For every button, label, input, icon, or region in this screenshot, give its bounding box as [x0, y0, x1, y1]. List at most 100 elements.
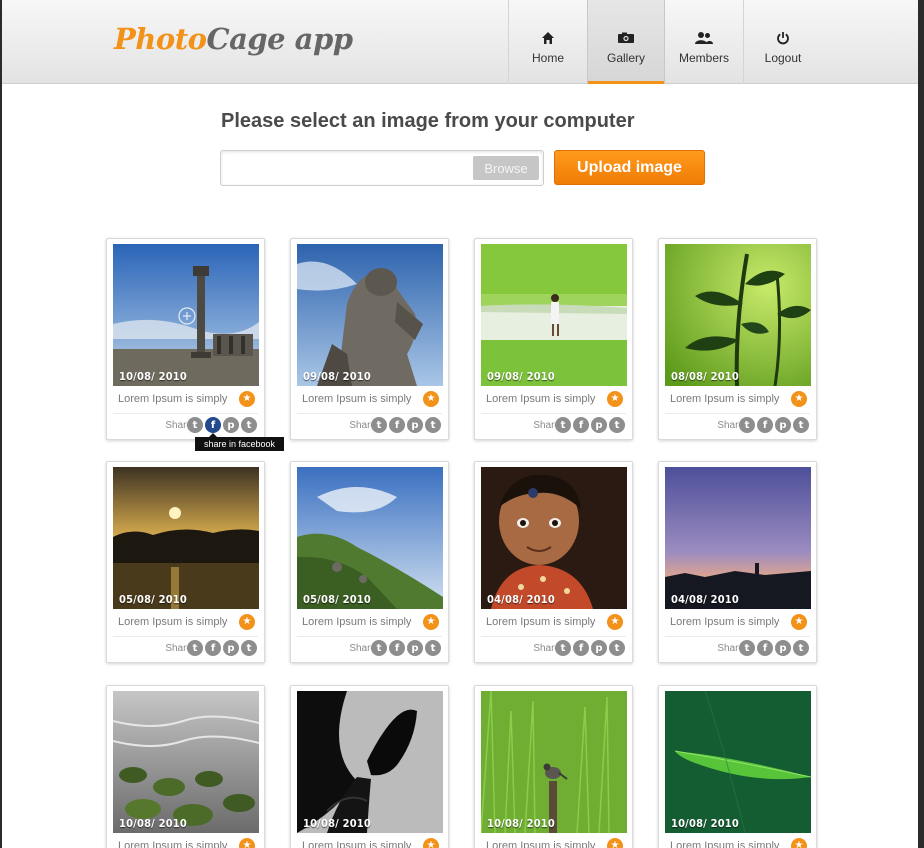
pinterest-icon[interactable]: p [407, 640, 423, 656]
gallery-card[interactable]: 04/08/ 2010 Lorem Ipsum is simply ★ Shar… [658, 461, 817, 663]
favorite-star-icon[interactable]: ★ [239, 838, 255, 848]
power-icon [776, 30, 790, 46]
pinterest-icon[interactable]: p [407, 417, 423, 433]
gallery-photo[interactable]: 09/08/ 2010 [481, 244, 627, 386]
gallery-card[interactable]: 04/08/ 2010 Lorem Ipsum is simply ★ Shar… [474, 461, 633, 663]
pinterest-icon[interactable]: p [223, 417, 239, 433]
page: PhotoCage app Home Gallery Members Logou… [2, 0, 918, 848]
file-path-field[interactable]: Browse [220, 150, 544, 186]
header: PhotoCage app Home Gallery Members Logou… [2, 0, 918, 84]
tumblr-icon[interactable]: t [425, 417, 441, 433]
card-divider [481, 413, 626, 414]
gallery-photo[interactable]: 05/08/ 2010 [113, 467, 259, 609]
favorite-star-icon[interactable]: ★ [423, 391, 439, 407]
twitter-icon[interactable]: t [187, 640, 203, 656]
nav-gallery[interactable]: Gallery [587, 0, 665, 84]
photo-date: 04/08/ 2010 [671, 593, 739, 606]
nav-home[interactable]: Home [509, 0, 587, 84]
gallery-photo[interactable]: 10/08/ 2010 [297, 691, 443, 833]
facebook-icon[interactable]: f [573, 417, 589, 433]
favorite-star-icon[interactable]: ★ [791, 838, 807, 848]
twitter-icon[interactable]: t [555, 417, 571, 433]
card-divider [113, 636, 258, 637]
photo-caption: Lorem Ipsum is simply [486, 393, 596, 405]
nav-members[interactable]: Members [665, 0, 743, 84]
share-icons: t f p t [371, 640, 441, 656]
gallery-photo[interactable]: 04/08/ 2010 [665, 467, 811, 609]
gallery-card[interactable]: 05/08/ 2010 Lorem Ipsum is simply ★ Shar… [290, 461, 449, 663]
logo[interactable]: PhotoCage app [114, 22, 353, 56]
card-divider [113, 413, 258, 414]
facebook-icon[interactable]: f [573, 640, 589, 656]
photo-caption: Lorem Ipsum is simply [486, 616, 596, 628]
photo-caption: Lorem Ipsum is simply [670, 393, 780, 405]
facebook-icon[interactable]: f [389, 417, 405, 433]
favorite-star-icon[interactable]: ★ [423, 838, 439, 848]
twitter-icon[interactable]: t [187, 417, 203, 433]
favorite-star-icon[interactable]: ★ [239, 614, 255, 630]
favorite-star-icon[interactable]: ★ [607, 391, 623, 407]
upload-image-button[interactable]: Upload image [554, 150, 705, 185]
photo-caption: Lorem Ipsum is simply [118, 393, 228, 405]
card-divider [481, 636, 626, 637]
photo-caption: Lorem Ipsum is simply [302, 616, 412, 628]
gallery-photo[interactable]: 04/08/ 2010 [481, 467, 627, 609]
gallery-card[interactable]: 10/08/ 2010 Lorem Ipsum is simply ★ Shar… [106, 238, 265, 440]
tumblr-icon[interactable]: t [609, 640, 625, 656]
gallery-card[interactable]: 09/08/ 2010 Lorem Ipsum is simply ★ Shar… [474, 238, 633, 440]
facebook-icon[interactable]: f [205, 640, 221, 656]
photo-date: 10/08/ 2010 [119, 370, 187, 383]
twitter-icon[interactable]: t [371, 417, 387, 433]
home-icon [541, 30, 555, 46]
twitter-icon[interactable]: t [371, 640, 387, 656]
pinterest-icon[interactable]: p [591, 640, 607, 656]
photo-date: 09/08/ 2010 [303, 370, 371, 383]
facebook-icon[interactable]: f [205, 417, 221, 433]
tumblr-icon[interactable]: t [793, 640, 809, 656]
gallery-card[interactable]: 05/08/ 2010 Lorem Ipsum is simply ★ Shar… [106, 461, 265, 663]
share-icons: t f p t [739, 640, 809, 656]
tumblr-icon[interactable]: t [241, 417, 257, 433]
pinterest-icon[interactable]: p [775, 640, 791, 656]
card-divider [297, 413, 442, 414]
tumblr-icon[interactable]: t [241, 640, 257, 656]
gallery-photo[interactable]: 10/08/ 2010 [665, 691, 811, 833]
facebook-icon[interactable]: f [757, 417, 773, 433]
camera-icon [617, 30, 635, 46]
pinterest-icon[interactable]: p [591, 417, 607, 433]
photo-date: 05/08/ 2010 [303, 593, 371, 606]
favorite-star-icon[interactable]: ★ [239, 391, 255, 407]
facebook-icon[interactable]: f [757, 640, 773, 656]
gallery-photo[interactable]: 05/08/ 2010 [297, 467, 443, 609]
gallery-photo[interactable]: 10/08/ 2010 [113, 244, 259, 386]
gallery-card[interactable]: 10/08/ 2010 Lorem Ipsum is simply ★ Shar… [106, 685, 265, 848]
favorite-star-icon[interactable]: ★ [607, 614, 623, 630]
gallery-card[interactable]: 10/08/ 2010 Lorem Ipsum is simply ★ Shar… [658, 685, 817, 848]
facebook-icon[interactable]: f [389, 640, 405, 656]
nav-logout[interactable]: Logout [744, 0, 822, 84]
tumblr-icon[interactable]: t [609, 417, 625, 433]
browse-button[interactable]: Browse [473, 156, 539, 180]
favorite-star-icon[interactable]: ★ [791, 614, 807, 630]
favorite-star-icon[interactable]: ★ [791, 391, 807, 407]
gallery-card[interactable]: 08/08/ 2010 Lorem Ipsum is simply ★ Shar… [658, 238, 817, 440]
twitter-icon[interactable]: t [739, 640, 755, 656]
logo-part-2: Cage app [206, 22, 353, 56]
gallery-card[interactable]: 09/08/ 2010 Lorem Ipsum is simply ★ Shar… [290, 238, 449, 440]
favorite-star-icon[interactable]: ★ [423, 614, 439, 630]
gallery-photo[interactable]: 09/08/ 2010 [297, 244, 443, 386]
tumblr-icon[interactable]: t [425, 640, 441, 656]
gallery-photo[interactable]: 10/08/ 2010 [481, 691, 627, 833]
gallery-card[interactable]: 10/08/ 2010 Lorem Ipsum is simply ★ Shar… [474, 685, 633, 848]
gallery-photo[interactable]: 10/08/ 2010 [113, 691, 259, 833]
pinterest-icon[interactable]: p [775, 417, 791, 433]
share-icons: t f p t [739, 417, 809, 433]
gallery-card[interactable]: 10/08/ 2010 Lorem Ipsum is simply ★ Shar… [290, 685, 449, 848]
gallery-photo[interactable]: 08/08/ 2010 [665, 244, 811, 386]
twitter-icon[interactable]: t [739, 417, 755, 433]
favorite-star-icon[interactable]: ★ [607, 838, 623, 848]
twitter-icon[interactable]: t [555, 640, 571, 656]
nav-gallery-label: Gallery [606, 51, 645, 65]
tumblr-icon[interactable]: t [793, 417, 809, 433]
pinterest-icon[interactable]: p [223, 640, 239, 656]
